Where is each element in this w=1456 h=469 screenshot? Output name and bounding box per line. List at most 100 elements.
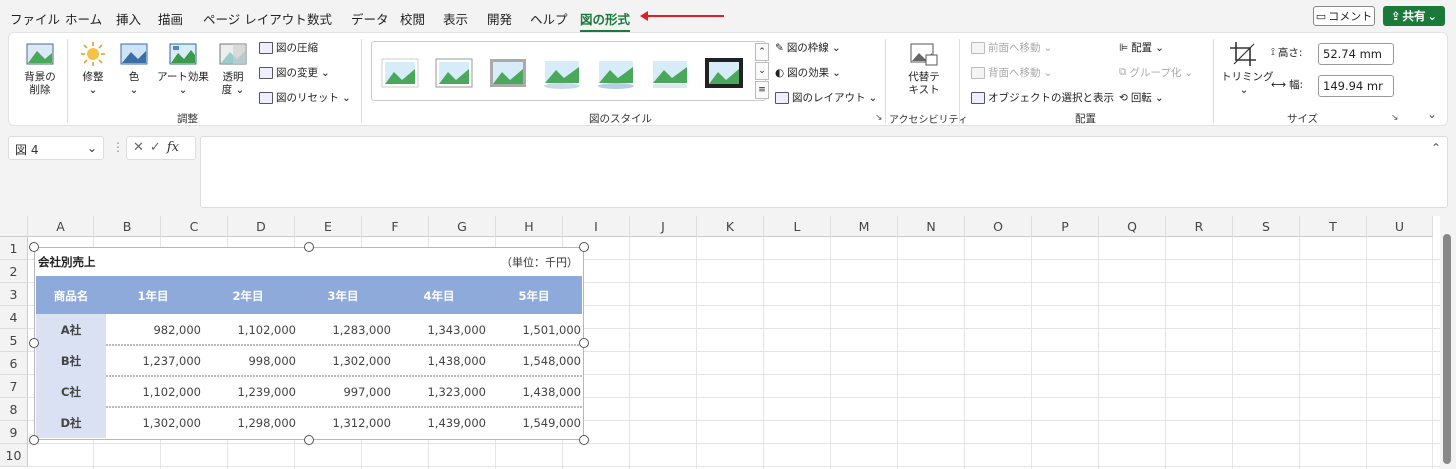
cancel-icon[interactable]: ✕	[133, 140, 150, 155]
picture-table-image[interactable]: 会社別売上 （単位：千円） 商品名 1年目 2年目 3年目 4年目 5年目 A社…	[34, 247, 584, 440]
picture-style-1[interactable]	[380, 56, 420, 90]
width-input[interactable]: 149.94 mr	[1318, 75, 1394, 97]
resize-handle-top-left[interactable]	[29, 242, 39, 252]
align-button[interactable]: ⊫ 配置 ⌄	[1119, 40, 1164, 55]
column-header-A[interactable]: A	[28, 216, 94, 237]
gallery-scroll-up[interactable]: ⌃	[755, 43, 769, 61]
column-header-D[interactable]: D	[228, 216, 295, 237]
column-header-K[interactable]: K	[697, 216, 764, 237]
column-header-N[interactable]: N	[898, 216, 965, 237]
resize-handle-bottom-right[interactable]	[579, 435, 589, 445]
resize-handle-top-right[interactable]	[579, 242, 589, 252]
send-backward-button[interactable]: 背面へ移動 ⌄	[971, 65, 1052, 80]
column-header-C[interactable]: C	[161, 216, 228, 237]
gallery-scroll-down[interactable]: ⌄	[755, 62, 769, 80]
size-dialog-launcher-icon[interactable]: ↘	[1391, 113, 1399, 123]
tab-picture-format[interactable]: 図の形式	[580, 9, 631, 32]
column-header-B[interactable]: B	[94, 216, 161, 237]
row-header-2[interactable]: 2	[0, 260, 28, 283]
row-header-1[interactable]: 1	[0, 237, 28, 260]
column-header-T[interactable]: T	[1300, 216, 1367, 237]
gallery-more[interactable]: ≡	[755, 81, 769, 99]
color-button[interactable]: 色 ⌄	[117, 41, 151, 97]
picture-style-5[interactable]	[596, 56, 636, 90]
more-options-icon[interactable]: ⋮	[112, 140, 124, 154]
column-header-M[interactable]: M	[831, 216, 898, 237]
artistic-effects-button[interactable]: アート効果 ⌄	[155, 41, 211, 97]
select-all-corner[interactable]	[0, 216, 28, 237]
picture-layout-button[interactable]: 図のレイアウト ⌄	[775, 90, 877, 105]
rotate-button[interactable]: ⟲ 回転 ⌄	[1119, 90, 1164, 105]
tab-page-layout[interactable]: ページ レイアウト	[203, 9, 307, 28]
resize-handle-right[interactable]	[579, 338, 589, 348]
change-picture-button[interactable]: 図の変更 ⌄	[259, 65, 330, 80]
column-header-H[interactable]: H	[496, 216, 563, 237]
picture-border-button[interactable]: ✎ 図の枠線 ⌄	[775, 40, 841, 55]
remove-background-button[interactable]: 背景の 削除	[17, 41, 63, 97]
corrections-button[interactable]: 修整 ⌄	[73, 41, 113, 97]
reset-picture-button[interactable]: 図のリセット ⌄	[259, 90, 351, 105]
name-box[interactable]: 図 4 ⌄	[8, 136, 104, 160]
column-header-O[interactable]: O	[965, 216, 1032, 237]
row-header-10[interactable]: 10	[0, 444, 28, 467]
crop-button[interactable]: トリミング ⌄	[1221, 41, 1274, 97]
tab-formulas[interactable]: 数式	[307, 9, 332, 28]
tab-draw[interactable]: 描画	[158, 9, 183, 28]
tab-home[interactable]: ホーム	[65, 9, 102, 28]
tab-help[interactable]: ヘルプ	[530, 9, 568, 28]
row-header-7[interactable]: 7	[0, 375, 28, 398]
column-header-F[interactable]: F	[362, 216, 429, 237]
formula-input[interactable]: ⌃	[200, 136, 1448, 208]
picture-effects-button[interactable]: ◐ 図の効果 ⌄	[775, 65, 841, 80]
row-header-3[interactable]: 3	[0, 283, 28, 306]
tab-developer[interactable]: 開発	[487, 9, 512, 28]
alt-text-button[interactable]: 代替テ キスト	[901, 41, 947, 97]
compress-pictures-button[interactable]: 図の圧縮	[259, 40, 318, 55]
row-header-8[interactable]: 8	[0, 398, 28, 421]
column-header-S[interactable]: S	[1233, 216, 1300, 237]
column-header-E[interactable]: E	[295, 216, 362, 237]
styles-dialog-launcher-icon[interactable]: ↘	[875, 113, 883, 123]
resize-handle-top[interactable]	[304, 242, 314, 252]
insert-function-icon[interactable]: fx	[167, 140, 179, 155]
column-header-G[interactable]: G	[429, 216, 496, 237]
column-header-I[interactable]: I	[563, 216, 630, 237]
picture-style-4[interactable]	[542, 56, 582, 90]
column-header-R[interactable]: R	[1166, 216, 1233, 237]
column-header-J[interactable]: J	[630, 216, 697, 237]
collapse-formula-bar-icon[interactable]: ⌃	[1431, 141, 1441, 155]
selection-pane-button[interactable]: オブジェクトの選択と表示	[971, 90, 1114, 105]
worksheet-grid[interactable]: ABCDEFGHIJKLMNOPQRSTU 1 2 3 4 5 6 7 8 9 10 会社別売上 …	[0, 216, 1440, 469]
tab-review[interactable]: 校閲	[400, 9, 425, 28]
table-cell: 1,102,000	[237, 323, 296, 337]
row-header-6[interactable]: 6	[0, 352, 28, 375]
column-header-P[interactable]: P	[1032, 216, 1099, 237]
tab-insert[interactable]: 挿入	[116, 9, 141, 28]
bring-forward-button[interactable]: 前面へ移動 ⌄	[971, 40, 1052, 55]
picture-style-2[interactable]	[434, 56, 474, 90]
row-header-4[interactable]: 4	[0, 306, 28, 329]
tab-view[interactable]: 表示	[443, 9, 468, 28]
column-header-U[interactable]: U	[1367, 216, 1433, 237]
picture-style-6[interactable]	[650, 56, 690, 90]
resize-handle-left[interactable]	[29, 338, 39, 348]
column-header-Q[interactable]: Q	[1099, 216, 1166, 237]
picture-style-7[interactable]	[704, 56, 744, 90]
group-button[interactable]: ⧉ グループ化 ⌄	[1119, 65, 1193, 80]
share-button[interactable]: ⇪ 共有 ⌄	[1383, 6, 1445, 26]
resize-handle-bottom-left[interactable]	[29, 435, 39, 445]
scrollbar-thumb[interactable]	[1443, 234, 1451, 464]
ribbon-collapse-icon[interactable]: ⌄	[1427, 107, 1437, 121]
resize-handle-bottom[interactable]	[304, 435, 314, 445]
height-input[interactable]: 52.74 mm	[1318, 43, 1394, 65]
picture-style-3[interactable]	[488, 56, 528, 90]
vertical-scrollbar[interactable]	[1440, 216, 1456, 469]
comment-button[interactable]: ▭ コメント	[1313, 6, 1375, 26]
transparency-button[interactable]: 透明度 ⌄	[215, 41, 251, 97]
tab-file[interactable]: ファイル	[10, 9, 60, 28]
column-header-L[interactable]: L	[764, 216, 831, 237]
row-header-5[interactable]: 5	[0, 329, 28, 352]
enter-icon[interactable]: ✓	[150, 140, 167, 155]
row-header-9[interactable]: 9	[0, 421, 28, 444]
tab-data[interactable]: データ	[351, 9, 389, 28]
